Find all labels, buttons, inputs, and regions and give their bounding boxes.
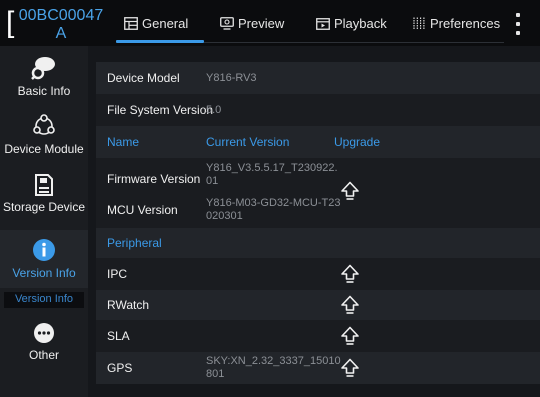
rwatch-row: RWatch bbox=[96, 290, 540, 320]
ipc-row: IPC bbox=[96, 258, 540, 290]
bracket-left: [ bbox=[6, 6, 15, 39]
rwatch-upgrade-button[interactable] bbox=[340, 295, 360, 318]
fs-version-value: 5.0 bbox=[206, 103, 222, 116]
tab-general-label: General bbox=[142, 15, 189, 31]
tab-preferences-label: Preferences bbox=[430, 15, 501, 31]
device-id-line2: A bbox=[55, 25, 67, 42]
sidebar-item-basic-info[interactable]: Basic Info bbox=[0, 56, 88, 116]
tab-preview-label: Preview bbox=[238, 15, 285, 31]
upload-arrow-icon bbox=[341, 326, 359, 345]
ipc-label: IPC bbox=[107, 267, 128, 281]
device-id-line1: 00BC00047 bbox=[18, 7, 104, 24]
sla-row: SLA bbox=[96, 320, 540, 352]
firmware-upgrade-button[interactable] bbox=[340, 181, 360, 206]
active-tab-indicator bbox=[116, 40, 204, 43]
column-header-upgrade: Upgrade bbox=[334, 135, 381, 149]
table-header-row: Name Current Version Upgrade bbox=[96, 126, 540, 158]
other-dots-icon bbox=[34, 323, 54, 343]
firmware-value-line2: 01 bbox=[206, 175, 219, 187]
sidebar-item-label: Basic Info bbox=[17, 84, 71, 98]
preferences-sliders-icon bbox=[413, 17, 425, 29]
firmware-value: Y816_V3.5.5.17_T230922. 01 bbox=[206, 162, 338, 188]
column-header-name: Name bbox=[107, 135, 140, 149]
fs-version-row: File System Version 5.0 bbox=[96, 94, 540, 126]
gps-row: GPS SKY:XN_2.32_3337_15010 801 bbox=[96, 352, 540, 384]
upload-arrow-icon bbox=[341, 358, 359, 377]
sidebar-item-device-module[interactable]: Device Module bbox=[0, 114, 88, 174]
more-vertical-icon[interactable] bbox=[513, 13, 523, 35]
general-grid-icon bbox=[124, 16, 138, 30]
mcu-value-line2: 020301 bbox=[206, 210, 243, 222]
preview-monitor-icon bbox=[220, 16, 234, 30]
sidebar-item-other[interactable]: Other bbox=[0, 322, 88, 372]
sla-upgrade-button[interactable] bbox=[340, 326, 360, 349]
sidebar-item-label: Storage Device bbox=[2, 200, 86, 214]
tab-playback[interactable]: Playback bbox=[302, 0, 398, 46]
version-info-icon bbox=[33, 239, 55, 261]
firmware-value-line1: Y816_V3.5.5.17_T230922. bbox=[206, 162, 338, 174]
mcu-label: MCU Version bbox=[107, 203, 178, 217]
peripheral-header-row: Peripheral bbox=[96, 228, 540, 258]
fs-version-label: File System Version bbox=[107, 103, 214, 117]
peripheral-header: Peripheral bbox=[107, 236, 162, 250]
device-model-label: Device Model bbox=[107, 71, 180, 85]
rwatch-label: RWatch bbox=[107, 298, 150, 312]
basic-info-icon bbox=[31, 57, 55, 80]
firmware-label: Firmware Version bbox=[107, 172, 201, 186]
mcu-row: MCU Version Y816-M03-GD32-MCU-T23 020301 bbox=[96, 192, 540, 228]
device-model-value: Y816-RV3 bbox=[206, 71, 257, 84]
sidebar-item-version-info[interactable]: Version Info bbox=[0, 230, 88, 288]
firmware-row: Firmware Version Y816_V3.5.5.17_T230922.… bbox=[96, 158, 540, 192]
top-bar: [ 00BC00047 A General Preview Playback P… bbox=[0, 0, 540, 46]
tab-divider bbox=[204, 42, 504, 43]
gps-value: SKY:XN_2.32_3337_15010 801 bbox=[206, 355, 341, 381]
tab-preview[interactable]: Preview bbox=[206, 0, 302, 46]
mcu-value: Y816-M03-GD32-MCU-T23 020301 bbox=[206, 197, 340, 223]
gps-upgrade-button[interactable] bbox=[340, 358, 360, 381]
ipc-upgrade-button[interactable] bbox=[340, 264, 360, 287]
column-header-current-version: Current Version bbox=[206, 134, 290, 149]
drag-ghost-version-info: Version Info bbox=[4, 292, 84, 308]
playback-calendar-icon bbox=[316, 17, 330, 30]
sidebar-item-storage-device[interactable]: Storage Device bbox=[0, 174, 88, 228]
upload-arrow-icon bbox=[341, 181, 359, 200]
device-id-text: 00BC00047 A bbox=[18, 7, 104, 43]
sidebar-item-label: Other bbox=[28, 348, 59, 362]
sla-label: SLA bbox=[107, 329, 130, 343]
upload-arrow-icon bbox=[341, 295, 359, 314]
storage-device-icon bbox=[35, 174, 53, 196]
sidebar-item-label: Device Module bbox=[4, 142, 84, 156]
gps-value-line1: SKY:XN_2.32_3337_15010 bbox=[206, 355, 341, 367]
mcu-value-line1: Y816-M03-GD32-MCU-T23 bbox=[206, 197, 341, 209]
sidebar-item-label: Version Info bbox=[12, 266, 76, 280]
tab-playback-label: Playback bbox=[334, 15, 387, 31]
upload-arrow-icon bbox=[341, 264, 359, 283]
device-model-row: Device Model Y816-RV3 bbox=[96, 62, 540, 94]
device-id: [ 00BC00047 A bbox=[6, 6, 104, 43]
sidebar: Basic Info Device Module Storage Device … bbox=[0, 46, 88, 397]
tab-preferences[interactable]: Preferences bbox=[398, 0, 506, 46]
gps-label: GPS bbox=[107, 361, 133, 375]
gps-value-line2: 801 bbox=[206, 368, 225, 380]
device-module-icon bbox=[33, 114, 55, 135]
